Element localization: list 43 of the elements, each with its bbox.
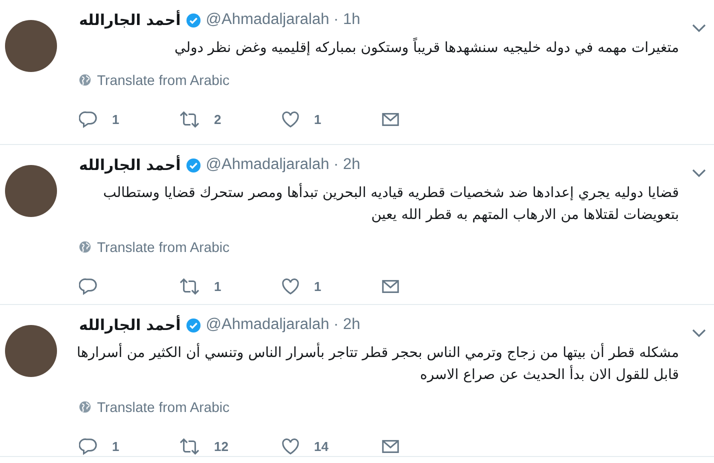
reply-icon[interactable] bbox=[79, 277, 98, 296]
translate-link[interactable]: Translate from Arabic bbox=[97, 399, 230, 415]
like-count: 14 bbox=[314, 439, 328, 454]
envelope-icon[interactable] bbox=[381, 277, 400, 296]
reply-count: 1 bbox=[112, 439, 120, 454]
retweet-icon[interactable] bbox=[179, 277, 200, 296]
envelope-icon[interactable] bbox=[381, 437, 400, 456]
author-name[interactable]: أحمد الجارالله bbox=[79, 316, 181, 334]
tweet-text: بتعويضات لقتلاها من الارهاب المتهم به قطر الله يعين bbox=[370, 206, 679, 225]
retweet-icon[interactable] bbox=[179, 110, 200, 129]
reply-icon[interactable] bbox=[79, 437, 98, 456]
like-count: 1 bbox=[314, 112, 322, 127]
tweet-text: قابل للقول الان بدأ الحديث عن صراع الاسره bbox=[419, 364, 679, 385]
translate-link[interactable]: Translate from Arabic bbox=[97, 72, 230, 88]
retweet-count: 12 bbox=[214, 439, 228, 454]
retweet-count: 1 bbox=[214, 279, 222, 294]
handle-and-time[interactable]: @Ahmadaljaralah · 1h bbox=[206, 11, 360, 29]
avatar-placeholder[interactable] bbox=[5, 20, 57, 72]
handle-and-time[interactable]: @Ahmadaljaralah · 2h bbox=[206, 156, 360, 174]
tweet-text: مشكله قطر أن بيتها من زجاج وترمي الناس بحجر قطر تتاجر بأسرار الناس وتنسي أن الكثير من أسرارها bbox=[79, 342, 679, 364]
chevron-down-icon[interactable] bbox=[692, 23, 706, 33]
heart-icon[interactable] bbox=[281, 277, 300, 296]
heart-icon[interactable] bbox=[281, 110, 300, 129]
translate-link[interactable]: Translate from Arabic bbox=[97, 239, 230, 255]
avatar-placeholder[interactable] bbox=[5, 165, 57, 217]
handle-and-time[interactable]: @Ahmadaljaralah · 2h bbox=[206, 316, 360, 334]
chevron-down-icon[interactable] bbox=[692, 328, 706, 338]
retweet-icon[interactable] bbox=[179, 437, 200, 456]
envelope-icon[interactable] bbox=[381, 110, 400, 129]
author-name[interactable]: أحمد الجارالله bbox=[79, 156, 181, 174]
tweet-text: متغيرات مهمه في دوله خليجيه سنشهدها قريباً وستكون بمباركه إقليميه وغض نظر دولي bbox=[79, 37, 679, 59]
reply-icon[interactable] bbox=[79, 110, 98, 129]
chevron-down-icon[interactable] bbox=[692, 168, 706, 178]
reply-count: 1 bbox=[112, 112, 120, 127]
heart-icon[interactable] bbox=[281, 437, 300, 456]
author-name[interactable]: أحمد الجارالله bbox=[79, 11, 181, 29]
globe-icon bbox=[79, 241, 91, 253]
avatar-placeholder[interactable] bbox=[5, 325, 57, 377]
like-count: 1 bbox=[314, 279, 322, 294]
tweet-text: قضايا دوليه يجري إعدادها ضد شخصيات قطريه قياديه البحرين تبدأها ومصر ستحرك قضايا وستطالب bbox=[102, 182, 679, 203]
globe-icon bbox=[79, 401, 91, 413]
globe-icon bbox=[79, 74, 91, 86]
retweet-count: 2 bbox=[214, 112, 222, 127]
